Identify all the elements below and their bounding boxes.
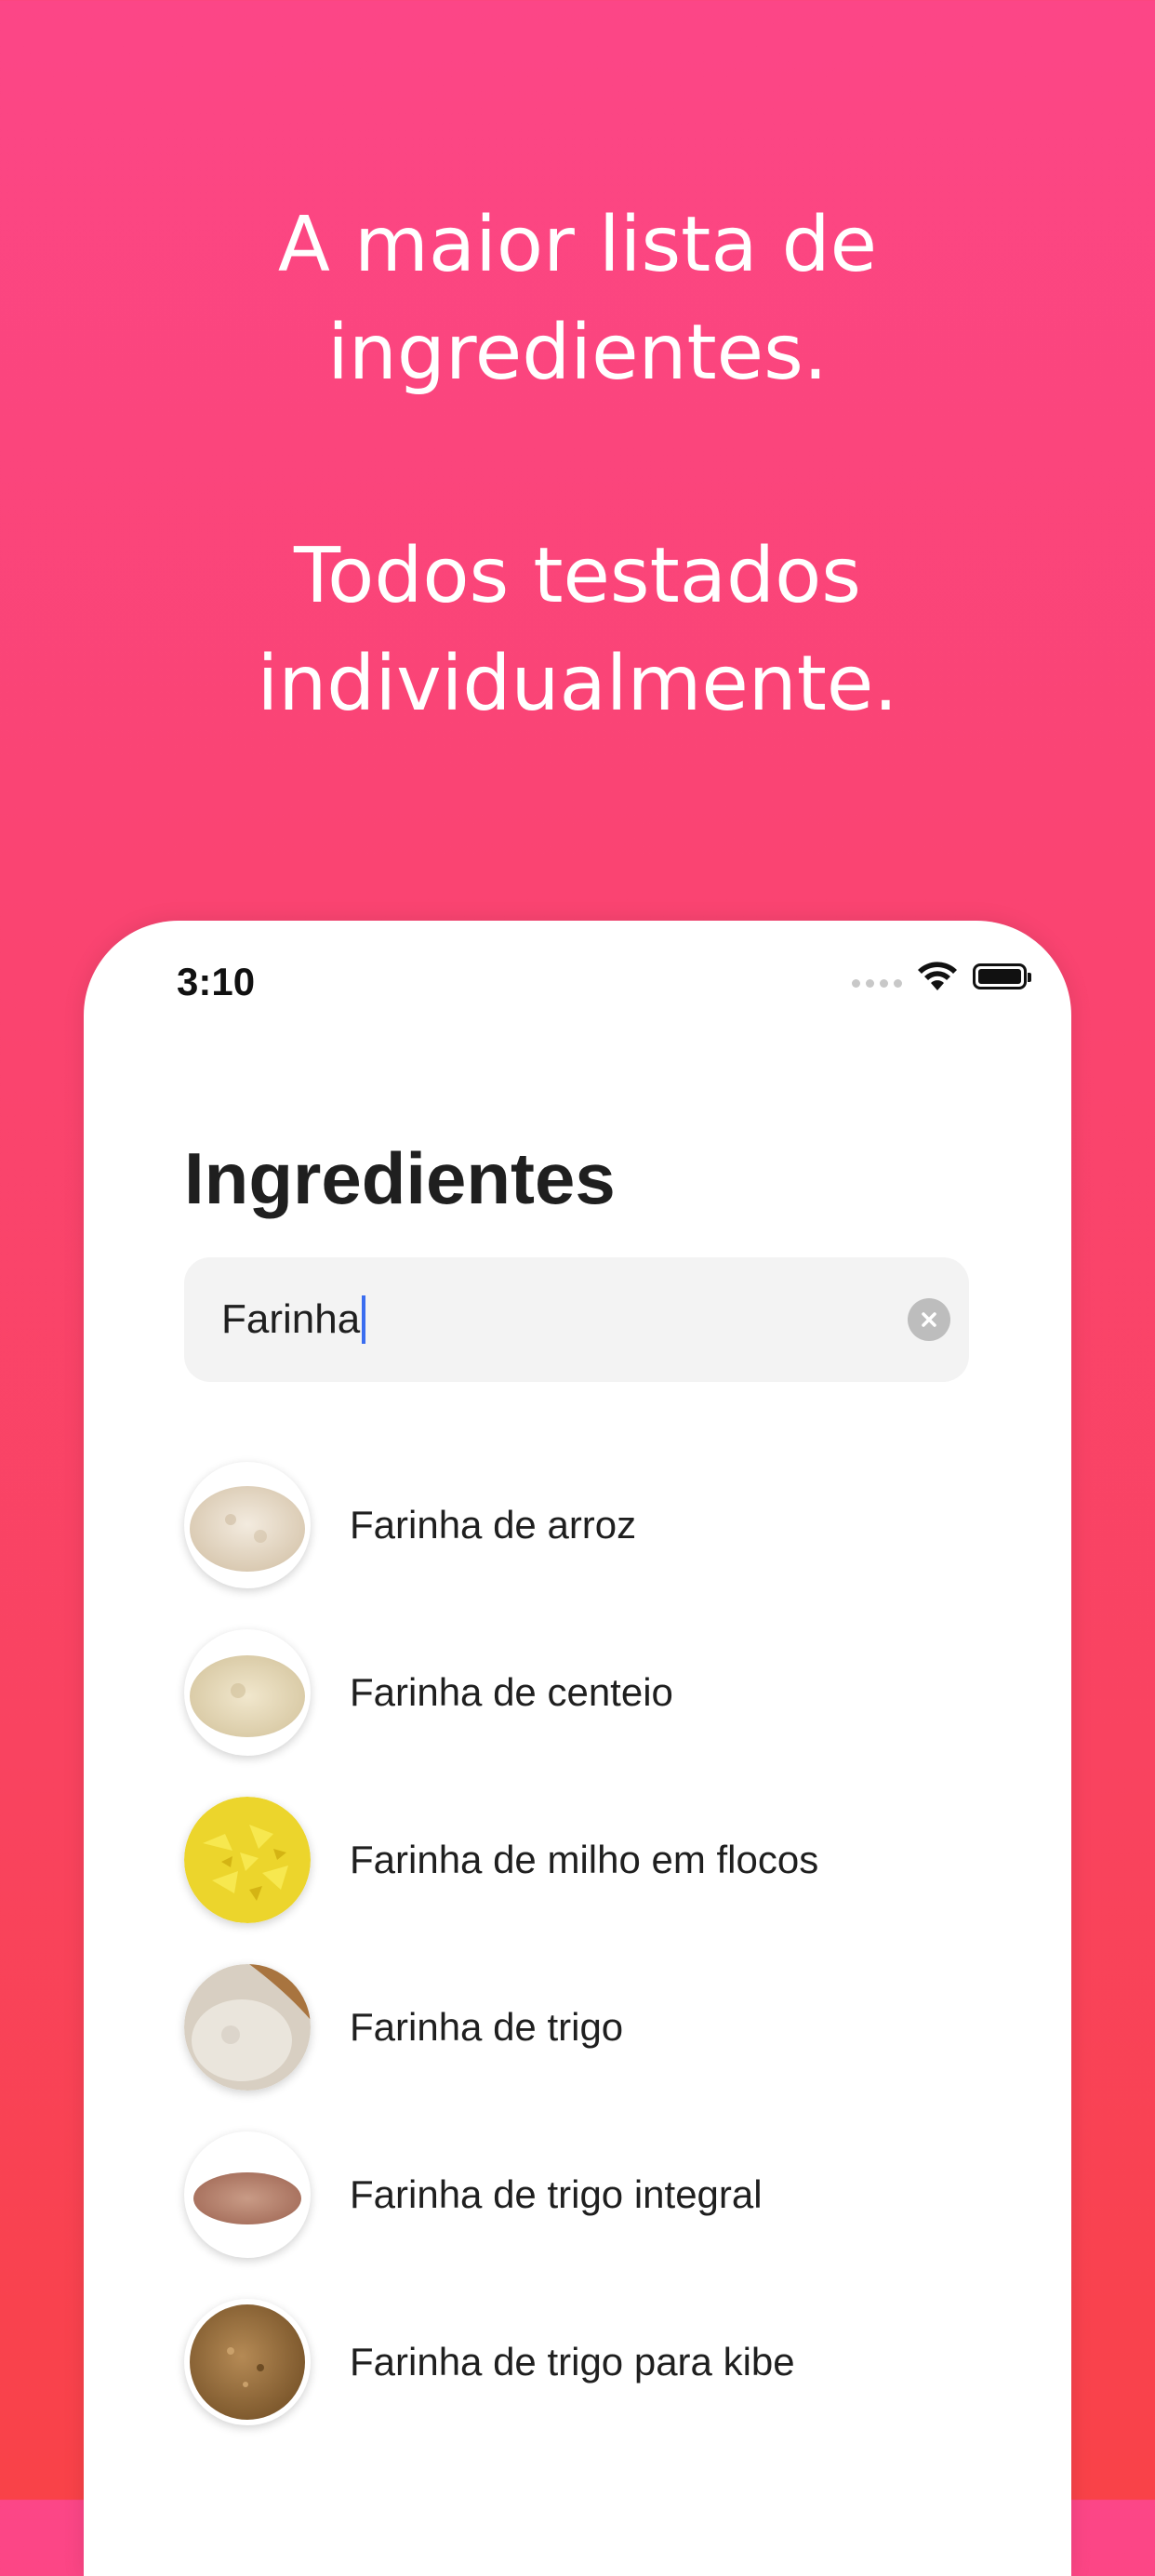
ingredient-label: Farinha de trigo integral <box>350 2172 763 2216</box>
ingredient-label: Farinha de arroz <box>350 1503 637 1547</box>
headline-top: A maior lista de ingredientes. <box>0 192 1155 407</box>
ingredient-label: Farinha de trigo para kibe <box>350 2340 795 2383</box>
whole-wheat-flour-image <box>184 2131 311 2258</box>
clear-search-button[interactable] <box>908 1298 950 1341</box>
signal-dots-icon <box>852 978 902 988</box>
clear-circle-icon <box>922 1312 936 1327</box>
search-input[interactable]: Farinha <box>184 1257 969 1382</box>
ingredient-label: Farinha de trigo <box>350 2005 624 2049</box>
headline-line-2: ingredientes. <box>327 309 828 397</box>
list-item[interactable]: Farinha de trigo integral <box>184 2111 1021 2278</box>
phone-screen: 3:10 Ingredientes Farinha Farinha de arr… <box>84 921 1071 2576</box>
status-icons <box>852 958 1031 995</box>
wheat-flour-image <box>184 1964 311 2091</box>
search-field-value[interactable]: Farinha <box>221 1295 366 1344</box>
list-item[interactable]: Farinha de arroz <box>184 1441 1021 1609</box>
list-item[interactable]: Farinha de milho em flocos <box>184 1776 1021 1944</box>
ingredient-label: Farinha de milho em flocos <box>350 1838 819 1881</box>
headline-line-1: A maior lista de <box>277 201 878 289</box>
headline-bottom: Todos testados individualmente. <box>0 523 1155 738</box>
headline-line-4: individualmente. <box>257 640 898 728</box>
status-time: 3:10 <box>177 960 256 1003</box>
ingredient-label: Farinha de centeio <box>350 1670 673 1714</box>
rye-flour-image <box>184 1629 311 1756</box>
headline-line-3: Todos testados <box>294 532 861 620</box>
list-item[interactable]: Farinha de centeio <box>184 1609 1021 1776</box>
bulgur-wheat-image <box>184 2299 311 2425</box>
page-title: Ingredientes <box>184 1137 616 1219</box>
rice-flour-image <box>184 1462 311 1588</box>
battery-icon <box>973 963 1031 989</box>
list-item[interactable]: Farinha de trigo <box>184 1944 1021 2111</box>
wifi-icon <box>918 962 957 990</box>
search-text: Farinha <box>221 1296 361 1342</box>
text-caret <box>362 1295 366 1344</box>
corn-flakes-flour-image <box>184 1797 311 1923</box>
ingredient-list: Farinha de arroz Farinha de centeio Fari… <box>184 1441 1021 2446</box>
list-item[interactable]: Farinha de trigo para kibe <box>184 2278 1021 2446</box>
